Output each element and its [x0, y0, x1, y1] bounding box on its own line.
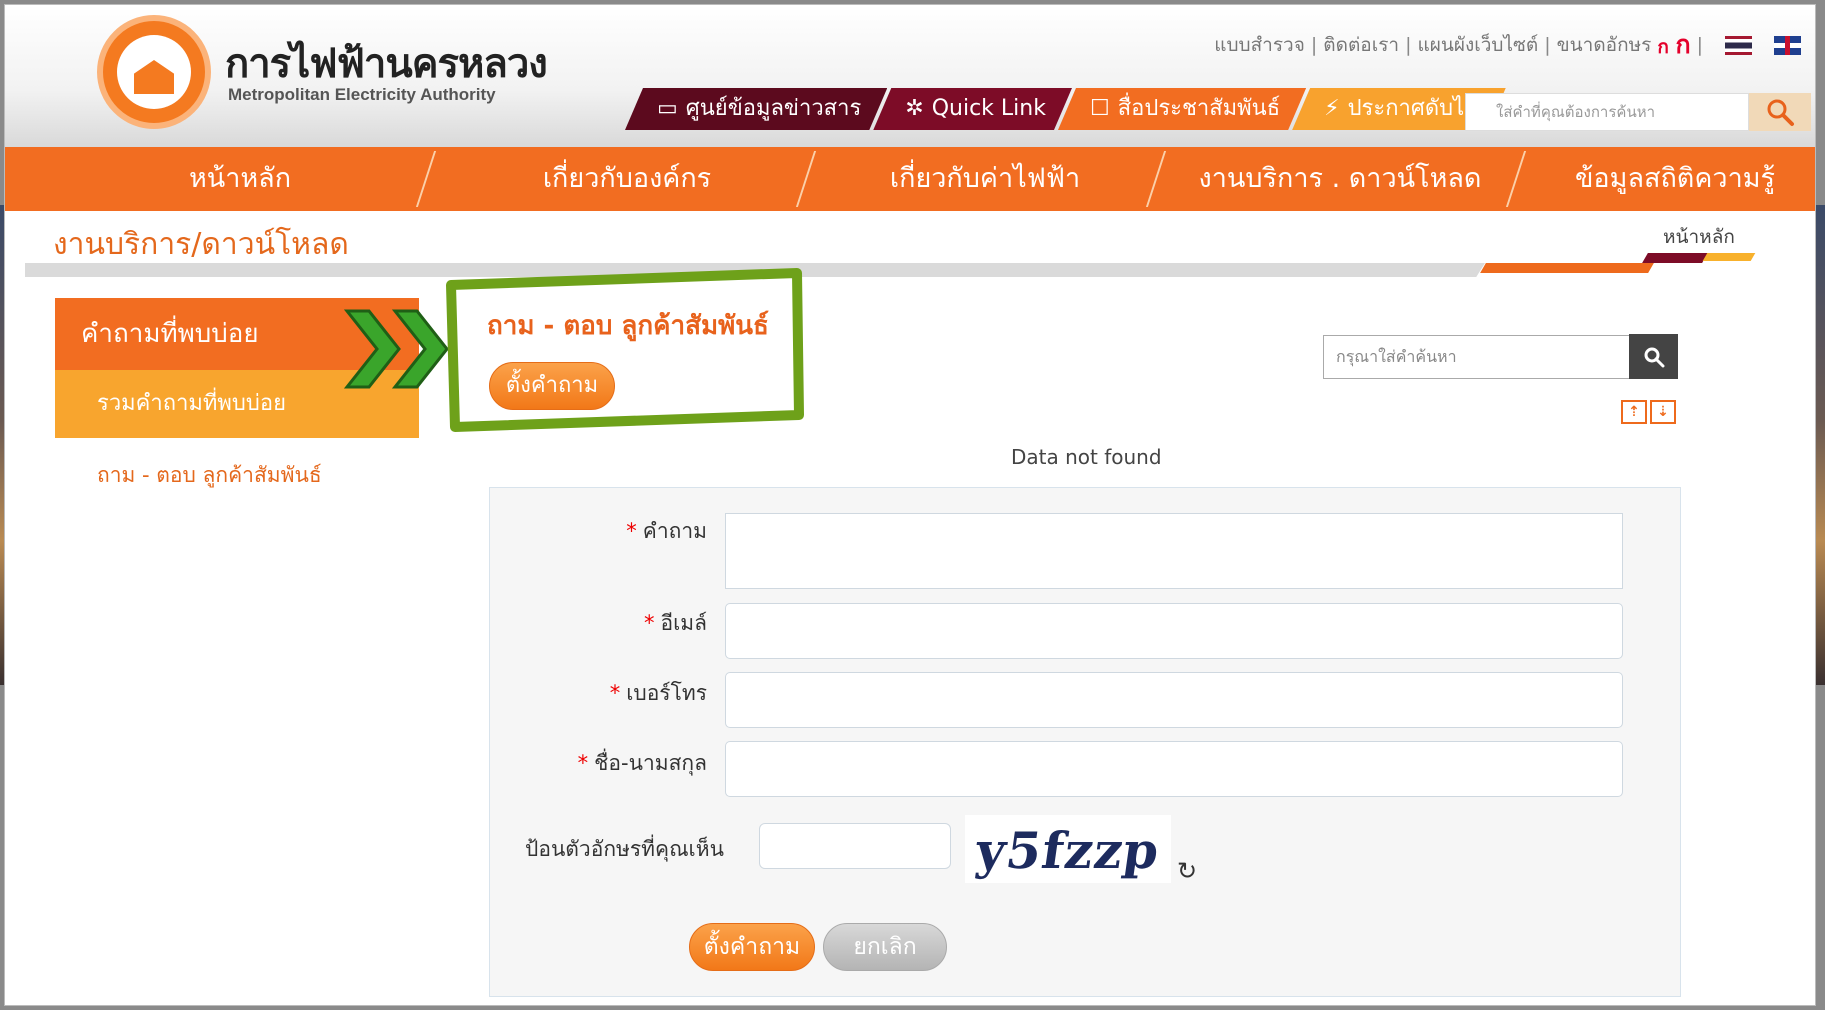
question-textarea[interactable] [725, 513, 1623, 589]
nav-about-electricity-rates[interactable]: เกี่ยวกับค่าไฟฟ้า [835, 147, 1135, 211]
faq-search-button[interactable] [1629, 334, 1678, 379]
expand-collapse-controls: ⇡ ⇣ [1621, 400, 1677, 426]
subnav-label: Quick Link [931, 96, 1046, 121]
nav-home[interactable]: หน้าหลัก [105, 147, 375, 211]
main-navigation: หน้าหลัก เกี่ยวกับองค์กร เกี่ยวกับค่าไฟฟ… [5, 147, 1815, 211]
quick-subnav: ▭ ศูนย์ข้อมูลข่าวสาร ✲ Quick Link ☐ สื่อประ… [625, 88, 1492, 130]
nav-divider [795, 151, 817, 207]
contact-link[interactable]: ติดต่อเรา [1323, 30, 1399, 60]
phone-field[interactable] [725, 672, 1623, 728]
collapse-all-icon[interactable]: ⇣ [1650, 400, 1676, 424]
email-field[interactable] [725, 603, 1623, 659]
cancel-button[interactable]: ยกเลิก [823, 923, 947, 971]
subnav-label: สื่อประชาสัมพันธ์ [1117, 96, 1281, 121]
sitemap-link[interactable]: แผนผังเว็บไซต์ [1417, 30, 1538, 60]
nav-divider [1145, 151, 1167, 207]
nav-services-downloads[interactable]: งานบริการ . ดาวน์โหลด [1190, 147, 1490, 211]
site-search-button[interactable] [1749, 93, 1811, 131]
faq-search-input[interactable]: กรุณาใส่คำค้นหา [1323, 335, 1631, 379]
survey-link[interactable]: แบบสำรวจ [1214, 30, 1305, 60]
question-label: * คำถาม [626, 519, 707, 543]
separator: | [1544, 34, 1551, 56]
sparkle-icon: ✲ [905, 96, 924, 121]
search-icon [1767, 99, 1794, 126]
font-size-controls: ก ก [1657, 25, 1690, 65]
logo-emblem [117, 35, 191, 109]
separator: | [1310, 34, 1318, 56]
site-header: การไฟฟ้านครหลวง Metropolitan Electricity… [5, 5, 1815, 147]
top-utility-links: แบบสำรวจ | ติดต่อเรา | แผนผังเว็บไซต์ | … [1214, 25, 1801, 65]
page-title: งานบริการ/ดาวน์โหลด [53, 227, 349, 262]
expand-all-icon[interactable]: ⇡ [1621, 400, 1647, 424]
nav-statistics-knowledge[interactable]: ข้อมูลสถิติความรู้ [1540, 147, 1810, 211]
accent-stripe-maroon [1642, 253, 1708, 263]
mea-logo-icon[interactable] [97, 15, 211, 129]
screenshot-frame: การไฟฟ้านครหลวง Metropolitan Electricity… [0, 0, 1825, 1010]
logo-english-name[interactable]: Metropolitan Electricity Authority [228, 85, 496, 105]
thai-flag-icon[interactable] [1725, 35, 1752, 55]
email-label: * อีเมล์ [643, 611, 707, 635]
fullname-label: * ชื่อ-นามสกุล [577, 751, 707, 775]
subnav-label: ศูนย์ข้อมูลข่าวสาร [685, 96, 862, 121]
highlight-callout-box [446, 268, 804, 432]
font-small-button[interactable]: ก [1657, 36, 1669, 58]
phone-label: * เบอร์โทร [609, 681, 707, 705]
fullname-field[interactable] [725, 741, 1623, 797]
refresh-captcha-icon[interactable]: ↻ [1177, 857, 1197, 885]
font-size-label: ขนาดอักษร [1556, 34, 1652, 56]
search-icon [1644, 347, 1664, 367]
nav-divider [1505, 151, 1527, 207]
subnav-info-center[interactable]: ▭ ศูนย์ข้อมูลข่าวสาร [625, 88, 887, 130]
breadcrumb-home-link[interactable]: หน้าหลัก [1663, 222, 1735, 252]
book-icon: ▭ [657, 96, 678, 121]
site-search-input[interactable]: ใส่คำที่คุณต้องการค้นหา [1465, 93, 1749, 131]
accent-stripe-orange [1480, 263, 1654, 273]
subnav-label: ประกาศดับไฟ [1347, 96, 1480, 121]
captcha-text: y5fzzp [972, 821, 1164, 880]
no-data-message: Data not found [1011, 445, 1162, 469]
subnav-media[interactable]: ☐ สื่อประชาสัมพันธ์ [1058, 88, 1306, 130]
separator: | [1405, 34, 1412, 56]
font-large-button[interactable]: ก [1675, 30, 1690, 59]
submit-question-button[interactable]: ตั้งคำถาม [689, 923, 815, 971]
lightning-icon: ⚡ [1324, 96, 1340, 121]
captcha-input[interactable] [759, 823, 951, 869]
captcha-label: ป้อนตัวอักษรที่คุณเห็น [525, 837, 724, 861]
monitor-icon: ☐ [1089, 96, 1110, 121]
sidebar-item-customer-qa[interactable]: ถาม - ตอบ ลูกค้าสัมพันธ์ [97, 459, 322, 492]
captcha-image: y5fzzp [965, 815, 1171, 883]
uk-flag-icon[interactable] [1774, 35, 1801, 55]
faq-section-title: ถาม - ตอบ ลูกค้าสัมพันธ์ [487, 311, 769, 341]
subnav-quick-link[interactable]: ✲ Quick Link [873, 88, 1072, 130]
double-chevron-arrow-icon [343, 309, 449, 389]
separator: | [1696, 34, 1703, 56]
nav-divider [415, 151, 437, 207]
nav-about-org[interactable]: เกี่ยวกับองค์กร [477, 147, 777, 211]
ask-question-button[interactable]: ตั้งคำถาม [489, 362, 615, 410]
page: การไฟฟ้านครหลวง Metropolitan Electricity… [4, 4, 1816, 1006]
accent-stripe-yellow [1702, 253, 1756, 261]
